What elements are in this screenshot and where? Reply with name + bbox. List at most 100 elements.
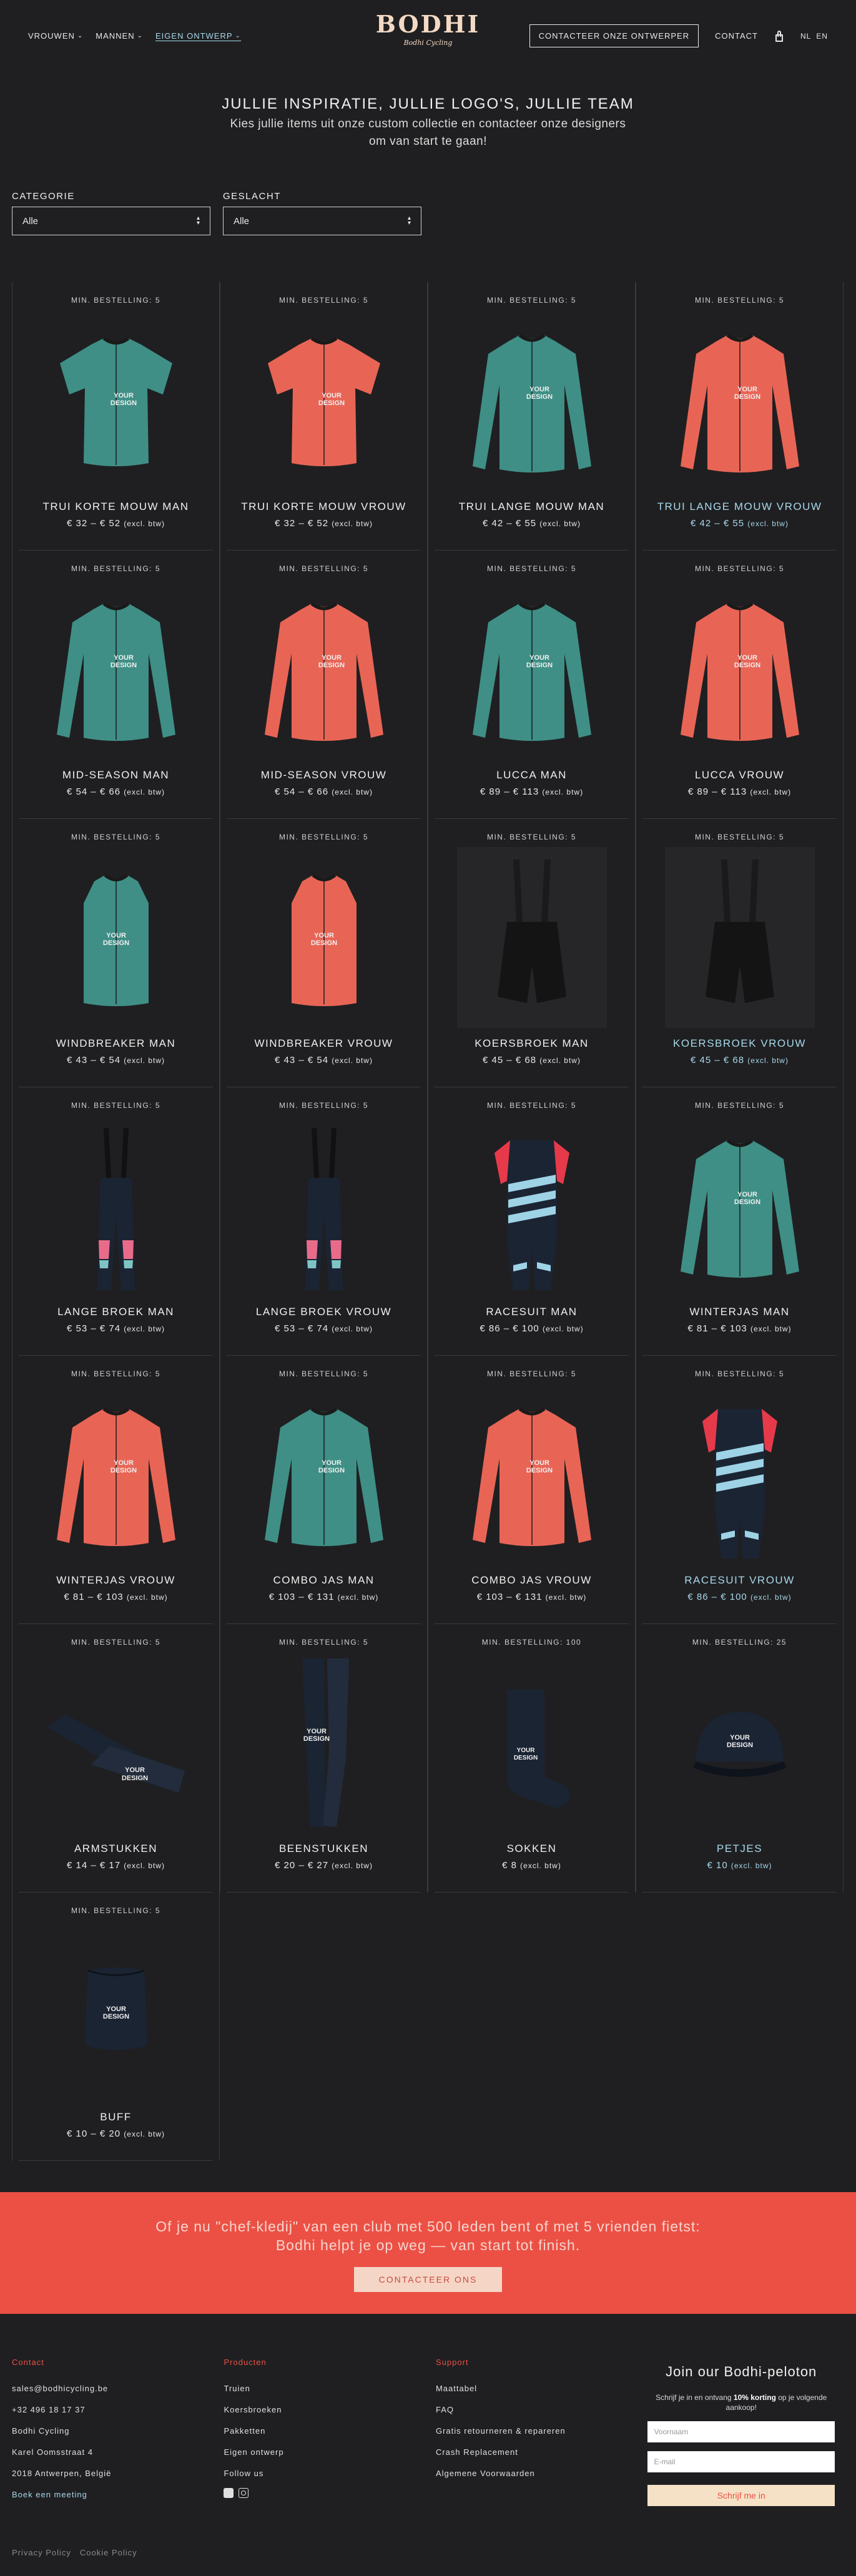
product-name[interactable]: ARMSTUKKEN: [74, 1843, 157, 1855]
product-card[interactable]: MIN. BESTELLING: 5 YOUR DESIGN WINTERJAS …: [12, 1356, 220, 1624]
footer-link-eigen-ontwerp[interactable]: Eigen ontwerp: [224, 2442, 435, 2463]
product-card[interactable]: MIN. BESTELLING: 5 YOUR DESIGN WINDBREAKE…: [12, 819, 220, 1087]
product-image[interactable]: [662, 844, 818, 1031]
product-image[interactable]: YOUR DESIGN: [662, 575, 818, 763]
product-image[interactable]: YOUR DESIGN: [246, 575, 402, 763]
product-card[interactable]: MIN. BESTELLING: 5 YOUR DESIGN TRUI KORTE…: [220, 282, 428, 551]
product-card[interactable]: MIN. BESTELLING: 5 YOUR DESIGN TRUI LANGE…: [636, 282, 844, 551]
footer-phone[interactable]: +32 496 18 17 37: [12, 2399, 224, 2421]
product-card[interactable]: MIN. BESTELLING: 5 KOERSBROEK MAN € 45 –…: [428, 819, 636, 1087]
product-image[interactable]: YOUR DESIGN: [38, 1917, 194, 2105]
nav-mannen[interactable]: MANNEN ⌄: [96, 31, 143, 41]
contact-link[interactable]: CONTACT: [715, 31, 758, 41]
product-card[interactable]: MIN. BESTELLING: 5 YOUR DESIGN BUFF € 10 …: [12, 1893, 220, 2161]
footer-link-pakketten[interactable]: Pakketten: [224, 2421, 435, 2442]
instagram-icon[interactable]: [239, 2488, 249, 2498]
product-image[interactable]: YOUR DESIGN: [454, 307, 610, 494]
newsletter-email-input[interactable]: E-mail: [647, 2451, 835, 2472]
product-name[interactable]: RACESUIT MAN: [486, 1306, 577, 1318]
product-name[interactable]: LUCCA VROUW: [695, 769, 784, 781]
product-image[interactable]: YOUR DESIGN: [38, 1649, 194, 1836]
footer-link-faq[interactable]: FAQ: [436, 2399, 647, 2421]
product-card[interactable]: MIN. BESTELLING: 5 YOUR DESIGN MID-SEASON…: [220, 551, 428, 819]
product-image[interactable]: YOUR DESIGN: [246, 1649, 402, 1836]
product-card[interactable]: MIN. BESTELLING: 5 YOUR DESIGN MID-SEASON…: [12, 551, 220, 819]
cookie-policy-link[interactable]: Cookie Policy: [80, 2548, 137, 2557]
bodhi-logo[interactable]: BODHI Bodhi Cycling: [376, 11, 481, 47]
product-image[interactable]: YOUR DESIGN: [246, 307, 402, 494]
product-name[interactable]: TRUI LANGE MOUW VROUW: [657, 501, 822, 513]
product-image[interactable]: [38, 1112, 194, 1300]
product-name[interactable]: KOERSBROEK VROUW: [673, 1037, 806, 1050]
product-name[interactable]: PETJES: [717, 1843, 762, 1855]
product-card[interactable]: MIN. BESTELLING: 25 YOUR DESIGN PETJES € …: [636, 1624, 844, 1893]
nav-vrouwen[interactable]: VROUWEN ⌄: [28, 31, 83, 41]
product-image[interactable]: YOUR DESIGN: [38, 844, 194, 1031]
product-image[interactable]: YOUR DESIGN: [454, 575, 610, 763]
footer-link-crash[interactable]: Crash Replacement: [436, 2442, 647, 2463]
product-image[interactable]: YOUR DESIGN: [454, 1649, 610, 1836]
nav-eigen-ontwerp[interactable]: EIGEN ONTWERP ⌄: [155, 31, 241, 41]
product-image[interactable]: YOUR DESIGN: [38, 307, 194, 494]
footer-link-maattabel[interactable]: Maattabel: [436, 2378, 647, 2399]
product-name[interactable]: COMBO JAS VROUW: [471, 1574, 592, 1587]
newsletter-name-input[interactable]: Voornaam: [647, 2421, 835, 2442]
shopping-bag-icon[interactable]: [774, 30, 784, 42]
footer-link-koersbroeken[interactable]: Koersbroeken: [224, 2399, 435, 2421]
product-name[interactable]: TRUI LANGE MOUW MAN: [459, 501, 604, 513]
footer-link-voorwaarden[interactable]: Algemene Voorwaarden: [436, 2463, 647, 2484]
product-name[interactable]: WINTERJAS VROUW: [56, 1574, 175, 1587]
product-image[interactable]: [454, 1112, 610, 1300]
product-name[interactable]: WINDBREAKER VROUW: [255, 1037, 393, 1050]
product-image[interactable]: YOUR DESIGN: [662, 1649, 818, 1836]
product-name[interactable]: LANGE BROEK MAN: [57, 1306, 174, 1318]
product-name[interactable]: TRUI KORTE MOUW MAN: [42, 501, 189, 513]
product-card[interactable]: MIN. BESTELLING: 5 LANGE BROEK VROUW € 5…: [220, 1087, 428, 1356]
footer-email[interactable]: sales@bodhicycling.be: [12, 2378, 224, 2399]
product-card[interactable]: MIN. BESTELLING: 5 YOUR DESIGN TRUI KORTE…: [12, 282, 220, 551]
product-image[interactable]: YOUR DESIGN: [662, 307, 818, 494]
product-name[interactable]: LUCCA MAN: [496, 769, 567, 781]
footer-link-retourneren[interactable]: Gratis retourneren & repareren: [436, 2421, 647, 2442]
footer-link-truien[interactable]: Truien: [224, 2378, 435, 2399]
product-card[interactable]: MIN. BESTELLING: 5 YOUR DESIGN ARMSTUKKEN…: [12, 1624, 220, 1893]
facebook-icon[interactable]: [224, 2488, 234, 2498]
product-name[interactable]: MID-SEASON VROUW: [261, 769, 387, 781]
category-select[interactable]: Alle ▴ ▾: [12, 207, 210, 235]
book-meeting-link[interactable]: Boek een meeting: [12, 2484, 224, 2505]
contact-us-button[interactable]: CONTACTEER ONS: [353, 2267, 503, 2292]
product-image[interactable]: [246, 1112, 402, 1300]
product-image[interactable]: YOUR DESIGN: [454, 1381, 610, 1568]
product-name[interactable]: MID-SEASON MAN: [62, 769, 169, 781]
contact-designer-button[interactable]: CONTACTEER ONZE ONTWERPER: [529, 24, 699, 47]
product-image[interactable]: YOUR DESIGN: [246, 844, 402, 1031]
product-card[interactable]: MIN. BESTELLING: 5 LANGE BROEK MAN € 53 …: [12, 1087, 220, 1356]
product-card[interactable]: MIN. BESTELLING: 5 YOUR DESIGN LUCCA MAN …: [428, 551, 636, 819]
product-card[interactable]: MIN. BESTELLING: 5 YOUR DESIGN WINDBREAKE…: [220, 819, 428, 1087]
product-card[interactable]: MIN. BESTELLING: 100 YOUR DESIGN SOKKEN €…: [428, 1624, 636, 1893]
lang-en[interactable]: EN: [816, 32, 828, 41]
product-name[interactable]: WINTERJAS MAN: [689, 1306, 789, 1318]
product-card[interactable]: MIN. BESTELLING: 5 YOUR DESIGN COMBO JAS …: [220, 1356, 428, 1624]
privacy-policy-link[interactable]: Privacy Policy: [12, 2548, 71, 2557]
product-image[interactable]: YOUR DESIGN: [38, 1381, 194, 1568]
product-name[interactable]: WINDBREAKER MAN: [56, 1037, 176, 1050]
product-image[interactable]: YOUR DESIGN: [246, 1381, 402, 1568]
product-card[interactable]: MIN. BESTELLING: 5 RACESUIT VROUW € 86 –…: [636, 1356, 844, 1624]
product-image[interactable]: YOUR DESIGN: [38, 575, 194, 763]
product-name[interactable]: TRUI KORTE MOUW VROUW: [241, 501, 406, 513]
product-name[interactable]: BUFF: [100, 2111, 131, 2123]
gender-select[interactable]: Alle ▴ ▾: [223, 207, 421, 235]
product-name[interactable]: RACESUIT VROUW: [684, 1574, 795, 1587]
product-name[interactable]: LANGE BROEK VROUW: [256, 1306, 391, 1318]
product-card[interactable]: MIN. BESTELLING: 5 YOUR DESIGN COMBO JAS …: [428, 1356, 636, 1624]
product-card[interactable]: MIN. BESTELLING: 5 YOUR DESIGN TRUI LANGE…: [428, 282, 636, 551]
product-card[interactable]: MIN. BESTELLING: 5 KOERSBROEK VROUW € 45…: [636, 819, 844, 1087]
newsletter-subscribe-button[interactable]: Schrijf me in: [647, 2485, 835, 2506]
product-card[interactable]: MIN. BESTELLING: 5 RACESUIT MAN € 86 – €…: [428, 1087, 636, 1356]
product-card[interactable]: MIN. BESTELLING: 5 YOUR DESIGN BEENSTUKKE…: [220, 1624, 428, 1893]
product-image[interactable]: [662, 1381, 818, 1568]
product-name[interactable]: KOERSBROEK MAN: [475, 1037, 589, 1050]
product-name[interactable]: BEENSTUKKEN: [279, 1843, 368, 1855]
product-name[interactable]: COMBO JAS MAN: [273, 1574, 374, 1587]
